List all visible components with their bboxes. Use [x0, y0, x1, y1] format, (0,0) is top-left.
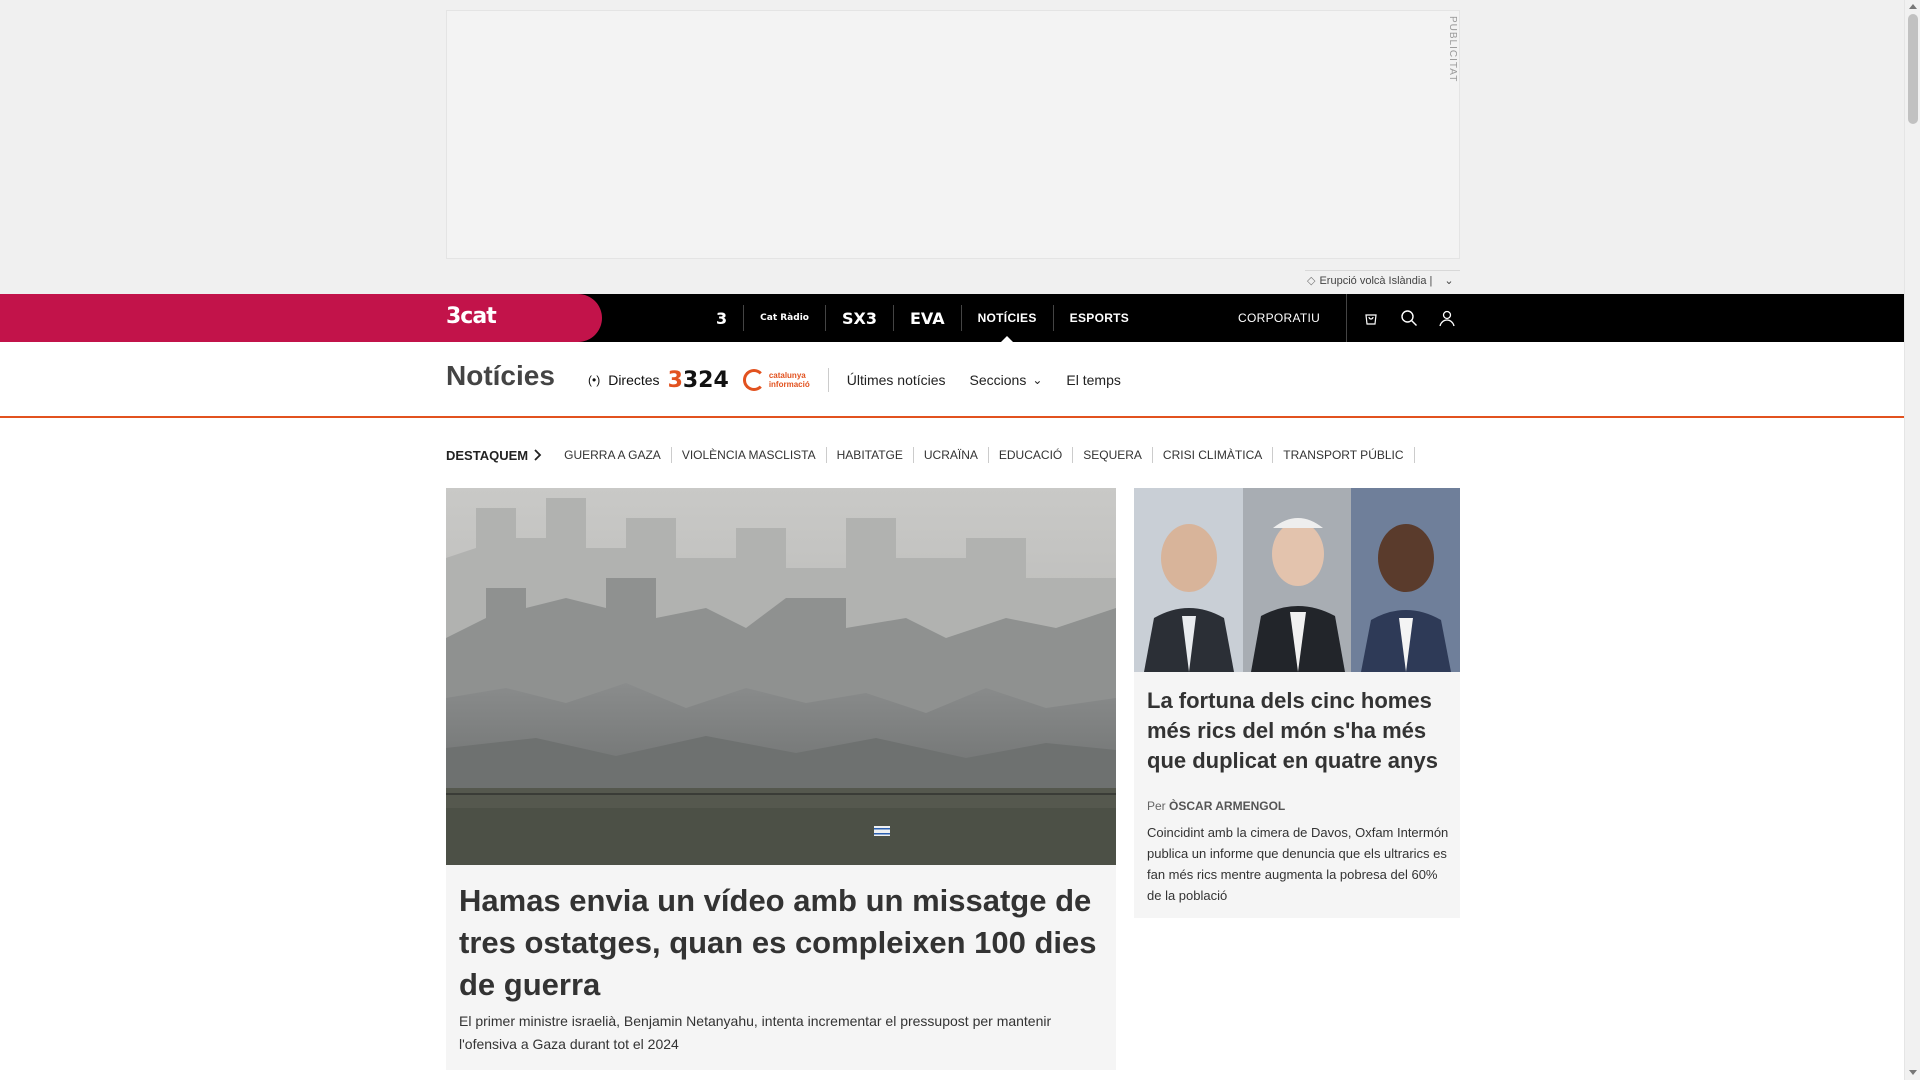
- tab-noticies[interactable]: NOTÍCIES: [962, 305, 1054, 342]
- channel-eva-label: EVA: [909, 308, 945, 328]
- logo-324[interactable]: 3324: [668, 368, 729, 393]
- main-story-image[interactable]: [446, 488, 1116, 865]
- catinfo-mark: [742, 369, 765, 391]
- logo-3cat[interactable]: 3cat: [446, 304, 497, 329]
- live-broadcast-icon: (•): [588, 373, 601, 387]
- tab-esports-label: ESPORTS: [1069, 311, 1130, 325]
- channel-tv3[interactable]: 3: [700, 305, 745, 331]
- main-story-card[interactable]: Hamas envia un vídeo amb un missatge de …: [446, 488, 1116, 1070]
- channel-sx3-label: SX3: [841, 308, 877, 328]
- highlights-title[interactable]: DESTAQUEM: [446, 448, 542, 463]
- trending-topic[interactable]: ◇ Erupció volcà Islàndia | ⌄: [1305, 270, 1460, 290]
- catinfo-line2: informació: [768, 380, 810, 389]
- live-link[interactable]: (•) Directes: [588, 372, 660, 388]
- nav-seccions-label: Seccions: [969, 372, 1027, 388]
- logo-324-text: 324: [682, 367, 729, 393]
- section-nav-row: (•) Directes 3324 catalunya informació Úl…: [588, 342, 1145, 418]
- highlights-bar: DESTAQUEM GUERRA A GAZA VIOLÈNCIA MASCLI…: [446, 444, 1415, 466]
- tab-esports[interactable]: ESPORTS: [1054, 305, 1145, 331]
- channel-eva[interactable]: EVA: [894, 305, 962, 331]
- highlight-item[interactable]: TRANSPORT PÚBLIC: [1273, 447, 1415, 463]
- side-story-title[interactable]: La fortuna dels cinc homes més rics del …: [1147, 686, 1452, 776]
- highlights-title-label: DESTAQUEM: [446, 447, 529, 463]
- corporate-link[interactable]: CORPORATIU: [1238, 294, 1336, 342]
- highlight-item[interactable]: VIOLÈNCIA MASCLISTA: [672, 447, 827, 463]
- scroll-up-arrow[interactable]: [1909, 4, 1917, 9]
- author-name: ÒSCAR ARMENGOL: [1169, 799, 1286, 813]
- channel-sx3[interactable]: SX3: [826, 305, 894, 331]
- logo-catalunya-informacio[interactable]: catalunya informació: [742, 368, 829, 392]
- side-story-card[interactable]: La fortuna dels cinc homes més rics del …: [1134, 488, 1461, 918]
- highlight-item[interactable]: CRISI CLIMÀTICA: [1153, 447, 1274, 463]
- chevron-down-icon: ⌄: [1032, 373, 1043, 387]
- live-label: Directes: [608, 372, 660, 388]
- highlight-item[interactable]: UCRAÏNA: [914, 447, 989, 463]
- highlight-item[interactable]: GUERRA A GAZA: [554, 447, 672, 463]
- tag-icon: ◇: [1307, 275, 1316, 287]
- nav-ultimes-noticies[interactable]: Últimes notícies: [847, 372, 946, 388]
- highlight-item[interactable]: EDUCACIÓ: [989, 447, 1074, 463]
- shop-bag-icon[interactable]: [1361, 308, 1381, 328]
- channel-catradio[interactable]: Cat Ràdio: [744, 305, 826, 331]
- channel-nav: 3 Cat Ràdio SX3 EVA NOTÍCIES ESPORTS: [700, 294, 1145, 342]
- main-story-lead: El primer ministre israelià, Benjamin Ne…: [459, 1013, 1052, 1052]
- scroll-thumb[interactable]: [1908, 14, 1918, 124]
- section-nav: Notícies (•) Directes 3324 catalunya info…: [0, 342, 1904, 418]
- channel-tv3-label: 3: [716, 308, 728, 328]
- highlight-item[interactable]: HABITATGE: [827, 447, 914, 463]
- highlight-item[interactable]: SEQUERA: [1073, 447, 1153, 463]
- main-story-title[interactable]: Hamas envia un vídeo amb un missatge de …: [459, 880, 1099, 1006]
- side-story-author[interactable]: Per ÒSCAR ARMENGOL: [1147, 799, 1285, 813]
- catinfo-line1: catalunya: [768, 371, 806, 380]
- top-icons: [1346, 294, 1457, 342]
- ad-banner[interactable]: [446, 10, 1460, 259]
- tab-noticies-label: NOTÍCIES: [977, 311, 1037, 325]
- nav-seccions[interactable]: Seccions ⌄: [970, 372, 1043, 388]
- trending-text: Erupció volcà Islàndia |: [1319, 274, 1433, 287]
- nav-el-temps-label: El temps: [1066, 372, 1121, 388]
- search-icon[interactable]: [1399, 308, 1419, 328]
- user-icon[interactable]: [1437, 308, 1457, 328]
- ad-label: PUBLICITAT: [1447, 16, 1458, 83]
- side-story-lead: Coincidint amb la cimera de Davos, Oxfam…: [1147, 825, 1449, 903]
- chevron-down-icon[interactable]: ⌄: [1444, 274, 1453, 287]
- nav-ultimes-label: Últimes notícies: [846, 372, 946, 388]
- nav-el-temps[interactable]: El temps: [1066, 372, 1120, 388]
- page-title[interactable]: Notícies: [446, 360, 555, 392]
- scroll-down-arrow[interactable]: [1909, 1070, 1917, 1075]
- ad-zone: PUBLICITAT ◇ Erupció volcà Islàndia | ⌄: [0, 0, 1904, 294]
- author-prefix: Per: [1147, 799, 1166, 813]
- brand-slab: [0, 294, 602, 342]
- side-story-image[interactable]: [1134, 488, 1461, 672]
- global-topbar: 3cat 3 Cat Ràdio SX3 EVA NOTÍCIES ESPORT…: [0, 294, 1904, 342]
- page-scrollbar[interactable]: [1904, 0, 1920, 1080]
- chevron-right-icon: [534, 449, 542, 461]
- channel-catradio-label: Cat Ràdio: [760, 313, 809, 323]
